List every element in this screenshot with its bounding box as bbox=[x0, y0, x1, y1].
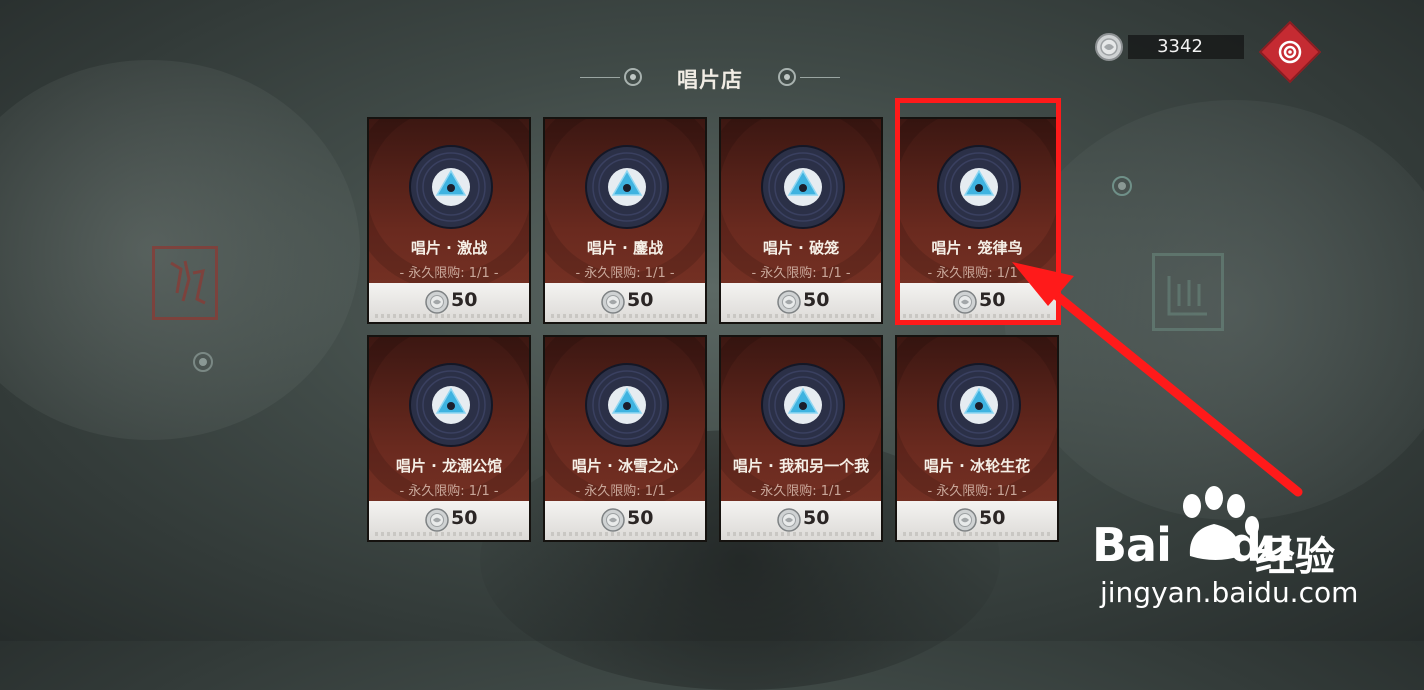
item-price: 50 bbox=[627, 507, 654, 529]
silver-coin-icon bbox=[1095, 33, 1123, 61]
shop-item-card[interactable]: 唱片 · 激战 - 永久限购: 1/1 - 50 bbox=[367, 117, 531, 324]
item-name: 唱片 · 冰轮生花 bbox=[923, 457, 1031, 475]
left-seal-decoration bbox=[152, 246, 218, 320]
spiral-menu-icon[interactable] bbox=[1276, 38, 1304, 66]
purchase-limit: - 永久限购: 1/1 - bbox=[927, 484, 1027, 499]
purchase-limit: - 永久限购: 1/1 - bbox=[751, 484, 851, 499]
vinyl-record-icon bbox=[409, 145, 493, 229]
silver-coin-icon bbox=[425, 508, 449, 532]
vinyl-record-icon bbox=[937, 363, 1021, 447]
shop-item-card[interactable]: 唱片 · 龙潮公馆 - 永久限购: 1/1 - 50 bbox=[367, 335, 531, 542]
silver-coin-icon bbox=[601, 508, 625, 532]
shop-item-card[interactable]: 唱片 · 破笼 - 永久限购: 1/1 - 50 bbox=[719, 117, 883, 324]
silver-coin-icon bbox=[425, 290, 449, 314]
purchase-limit: - 永久限购: 1/1 - bbox=[575, 484, 675, 499]
shop-item-card[interactable]: 唱片 · 冰雪之心 - 永久限购: 1/1 - 50 bbox=[543, 335, 707, 542]
purchase-limit: - 永久限购: 1/1 - bbox=[751, 266, 851, 281]
price-bar[interactable]: 50 bbox=[721, 501, 881, 540]
right-seal-decoration bbox=[1152, 253, 1224, 331]
price-bar[interactable]: 50 bbox=[721, 283, 881, 322]
purchase-limit: - 永久限购: 1/1 - bbox=[575, 266, 675, 281]
item-name: 唱片 · 冰雪之心 bbox=[571, 457, 679, 475]
item-name: 唱片 · 激战 bbox=[410, 239, 488, 257]
page-title: 唱片店 bbox=[677, 68, 743, 92]
vinyl-record-icon bbox=[761, 363, 845, 447]
title-line-right bbox=[800, 77, 840, 78]
shop-item-card[interactable]: 唱片 · 鏖战 - 永久限购: 1/1 - 50 bbox=[543, 117, 707, 324]
vinyl-record-icon bbox=[585, 363, 669, 447]
shop-item-card[interactable]: 唱片 · 我和另一个我 - 永久限购: 1/1 - 50 bbox=[719, 335, 883, 542]
highlight-box bbox=[895, 98, 1061, 325]
price-bar[interactable]: 50 bbox=[545, 283, 705, 322]
purchase-limit: - 永久限购: 1/1 - bbox=[399, 266, 499, 281]
silver-coin-icon bbox=[601, 290, 625, 314]
silver-coin-icon bbox=[777, 508, 801, 532]
item-price: 50 bbox=[451, 289, 478, 311]
right-ring-ornament bbox=[1112, 176, 1132, 196]
watermark-text: 经验 bbox=[1255, 534, 1335, 580]
item-name: 唱片 · 鏖战 bbox=[586, 239, 664, 257]
watermark-logo-bai: Bai bbox=[1092, 518, 1172, 572]
left-ring-ornament bbox=[193, 352, 213, 372]
purchase-limit: - 永久限购: 1/1 - bbox=[399, 484, 499, 499]
item-price: 50 bbox=[803, 289, 830, 311]
item-price: 50 bbox=[451, 507, 478, 529]
vinyl-record-icon bbox=[761, 145, 845, 229]
currency-amount: 3342 bbox=[1157, 36, 1203, 57]
vinyl-record-icon bbox=[409, 363, 493, 447]
price-bar[interactable]: 50 bbox=[369, 283, 529, 322]
item-name: 唱片 · 破笼 bbox=[762, 239, 840, 257]
silver-coin-icon bbox=[777, 290, 801, 314]
item-name: 唱片 · 我和另一个我 bbox=[732, 457, 870, 475]
price-bar[interactable]: 50 bbox=[369, 501, 529, 540]
item-price: 50 bbox=[803, 507, 830, 529]
silver-coin-icon bbox=[953, 508, 977, 532]
baidu-paw-icon bbox=[1183, 486, 1259, 560]
vinyl-record-icon bbox=[585, 145, 669, 229]
item-price: 50 bbox=[979, 507, 1006, 529]
page-header: 唱片店 bbox=[580, 58, 840, 98]
watermark-url: jingyan.baidu.com bbox=[1100, 576, 1359, 609]
price-bar[interactable]: 50 bbox=[897, 501, 1057, 540]
title-ornament-right-icon bbox=[778, 68, 796, 86]
item-price: 50 bbox=[627, 289, 654, 311]
price-bar[interactable]: 50 bbox=[545, 501, 705, 540]
shop-item-card[interactable]: 唱片 · 冰轮生花 - 永久限购: 1/1 - 50 bbox=[895, 335, 1059, 542]
item-name: 唱片 · 龙潮公馆 bbox=[395, 457, 503, 475]
